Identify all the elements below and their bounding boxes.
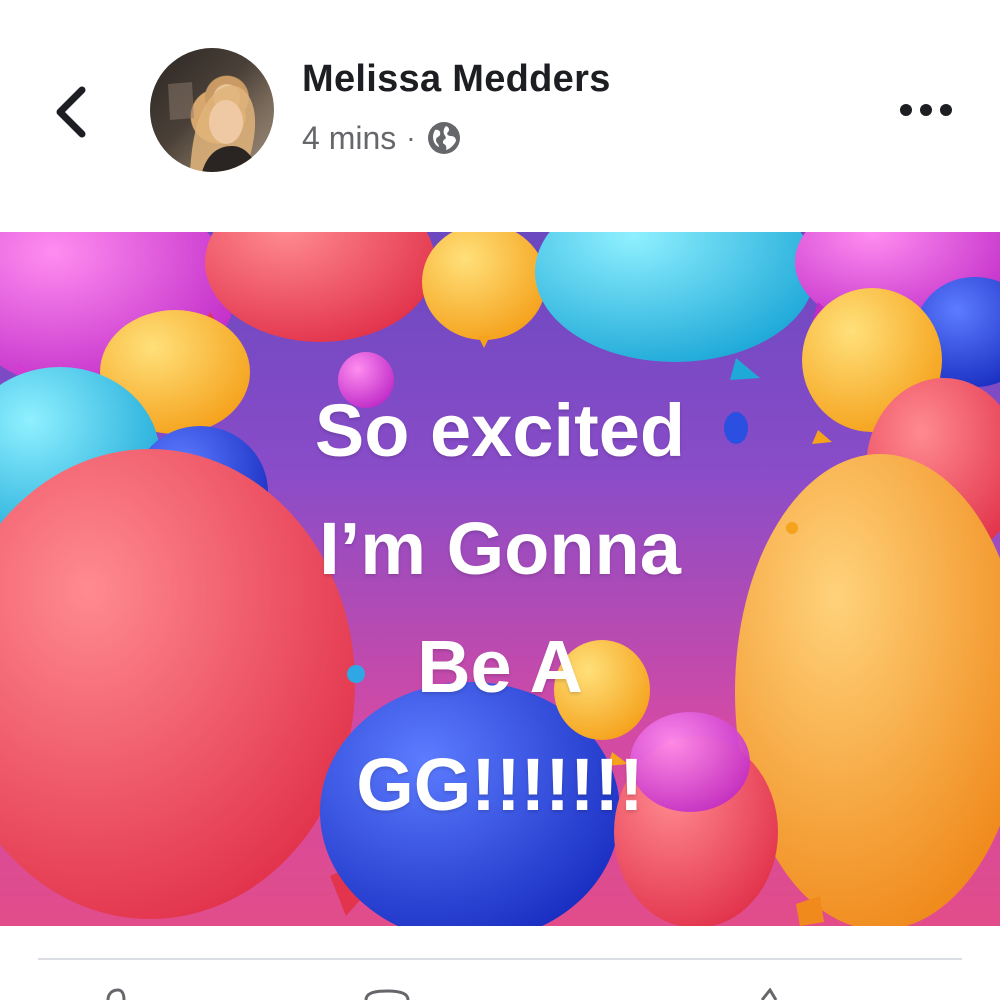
caption-line: I’m Gonna: [319, 507, 681, 590]
image-caption-text: So excited I’m Gonna Be A GG!!!!!!!: [230, 372, 770, 844]
share-icon[interactable]: [756, 988, 780, 1000]
meta-separator: ·: [406, 122, 416, 153]
avatar-photo: [168, 82, 258, 172]
caption-line: So excited: [314, 389, 686, 472]
globe-icon[interactable]: [426, 120, 462, 156]
caption-line: GG!!!!!!!: [356, 743, 644, 826]
more-horizontal-icon: [900, 104, 952, 116]
post-header: Melissa Medders 4 mins ·: [0, 0, 1000, 232]
like-icon[interactable]: [102, 988, 138, 1000]
post-meta: 4 mins ·: [302, 116, 462, 160]
caption-line: Be A: [417, 625, 583, 708]
comment-icon[interactable]: [362, 988, 412, 1000]
back-button[interactable]: [48, 76, 104, 148]
author-name[interactable]: Melissa Medders: [302, 58, 611, 101]
reactions-divider: [38, 958, 962, 960]
chevron-left-icon: [56, 86, 86, 138]
more-options-button[interactable]: [896, 92, 960, 128]
post-time[interactable]: 4 mins: [302, 120, 396, 157]
post-image[interactable]: So excited I’m Gonna Be A GG!!!!!!!: [0, 232, 1000, 926]
avatar[interactable]: [150, 48, 274, 172]
